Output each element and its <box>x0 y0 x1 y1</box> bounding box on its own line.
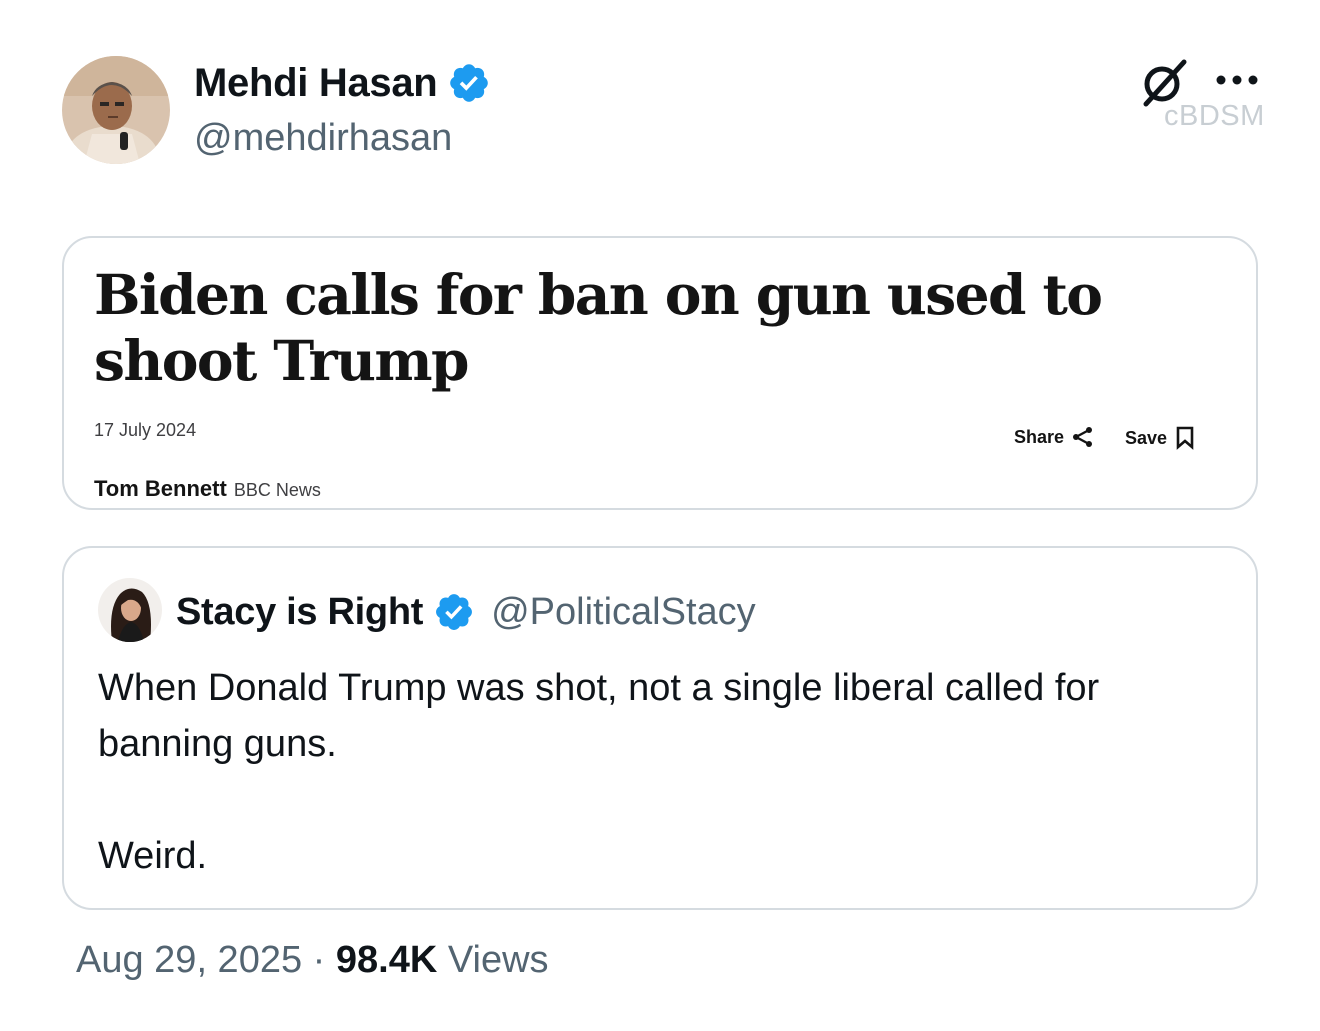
post-date[interactable]: Aug 29, 2025 <box>76 939 302 981</box>
watermark-text: cBDSM <box>1164 100 1265 132</box>
verified-badge-icon <box>447 61 491 105</box>
quoted-post-card[interactable]: Stacy is Right @PoliticalStacy When Dona… <box>62 546 1258 910</box>
post-meta: Aug 29, 2025 · 98.4K Views <box>76 936 549 984</box>
author-handle[interactable]: @mehdirhasan <box>194 116 452 160</box>
quote-text: When Donald Trump was shot, not a single… <box>98 660 1228 884</box>
views-label: Views <box>447 939 549 981</box>
quote-author-handle[interactable]: @PoliticalStacy <box>491 588 756 636</box>
quote-avatar[interactable] <box>98 578 162 642</box>
share-label: Share <box>1014 426 1065 447</box>
quote-text-line: When Donald Trump was shot, not a single… <box>98 667 1100 765</box>
quote-avatar-image <box>98 578 162 642</box>
author-name[interactable]: Mehdi Hasan <box>194 60 491 106</box>
more-icon[interactable] <box>1214 72 1260 88</box>
article-date: 17 July 2024 <box>94 420 197 440</box>
author-avatar-image <box>62 56 170 164</box>
author-avatar[interactable] <box>62 56 170 164</box>
article-byline: Tom Bennett BBC News <box>94 476 321 502</box>
share-button[interactable]: Share <box>1014 426 1094 448</box>
meta-separator: · <box>312 939 326 981</box>
views-count: 98.4K <box>335 939 438 981</box>
article-card[interactable]: Biden calls for ban on gun used to shoot… <box>62 236 1258 510</box>
save-button[interactable]: Save <box>1125 426 1195 450</box>
quote-author-name[interactable]: Stacy is Right <box>176 588 423 636</box>
author-name-text: Mehdi Hasan <box>194 61 438 105</box>
share-icon <box>1072 426 1094 448</box>
save-label: Save <box>1125 427 1168 448</box>
byline-outlet: BBC News <box>233 480 321 500</box>
byline-author: Tom Bennett <box>94 476 227 501</box>
quote-header: Stacy is Right @PoliticalStacy <box>176 588 756 636</box>
bookmark-icon <box>1175 426 1195 450</box>
quote-text-line: Weird. <box>98 835 208 877</box>
article-headline: Biden calls for ban on gun used to shoot… <box>94 262 1103 393</box>
verified-badge-icon <box>433 591 475 633</box>
